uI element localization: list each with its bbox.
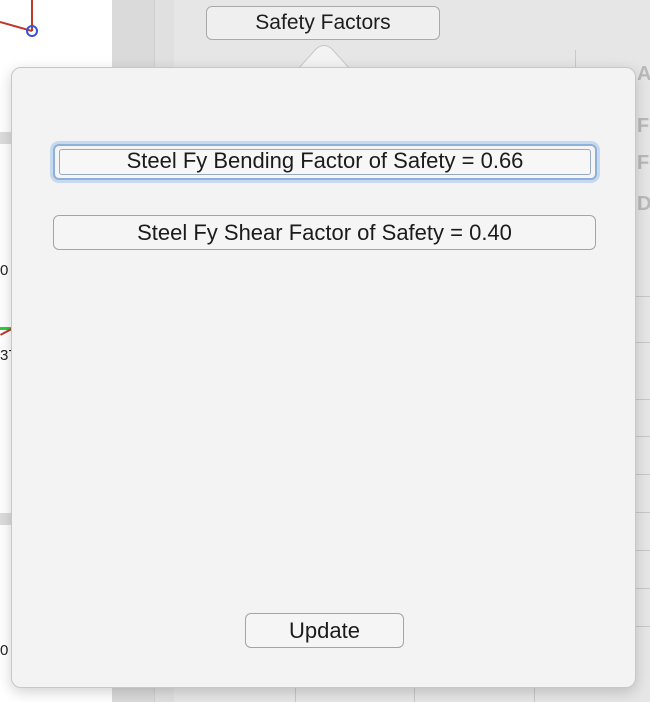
table-row-line [636, 588, 650, 589]
safety-factors-button[interactable]: Safety Factors [206, 6, 440, 40]
safety-factors-popover: Steel Fy Bending Factor of Safety = 0.66… [11, 67, 636, 688]
bending-factor-button[interactable]: Steel Fy Bending Factor of Safety = 0.66 [53, 144, 597, 180]
table-row-line [636, 296, 650, 297]
panel-label-fragment: A [637, 63, 650, 85]
table-column-line [295, 688, 296, 702]
plot-axis-value: 0 [0, 642, 9, 659]
table-row-line [636, 399, 650, 400]
table-row-line [636, 474, 650, 475]
table-row-line [636, 342, 650, 343]
panel-label-fragment: F [637, 115, 650, 137]
table-column-line [534, 688, 535, 702]
plot-axis-value: 0 [0, 262, 9, 279]
plot-node-graphic [0, 0, 38, 37]
table-row-line [636, 436, 650, 437]
popover-arrow [298, 45, 350, 69]
bending-factor-label: Steel Fy Bending Factor of Safety = 0.66 [126, 148, 524, 173]
panel-label-fragment: F [637, 152, 650, 174]
table-row-line [636, 512, 650, 513]
update-button[interactable]: Update [245, 613, 404, 648]
shear-factor-button[interactable]: Steel Fy Shear Factor of Safety = 0.40 [53, 215, 596, 250]
panel-label-fragment: D [637, 193, 650, 215]
table-row-line [636, 550, 650, 551]
table-row-line [636, 626, 650, 627]
panel-divider [575, 50, 576, 68]
table-column-line [414, 688, 415, 702]
